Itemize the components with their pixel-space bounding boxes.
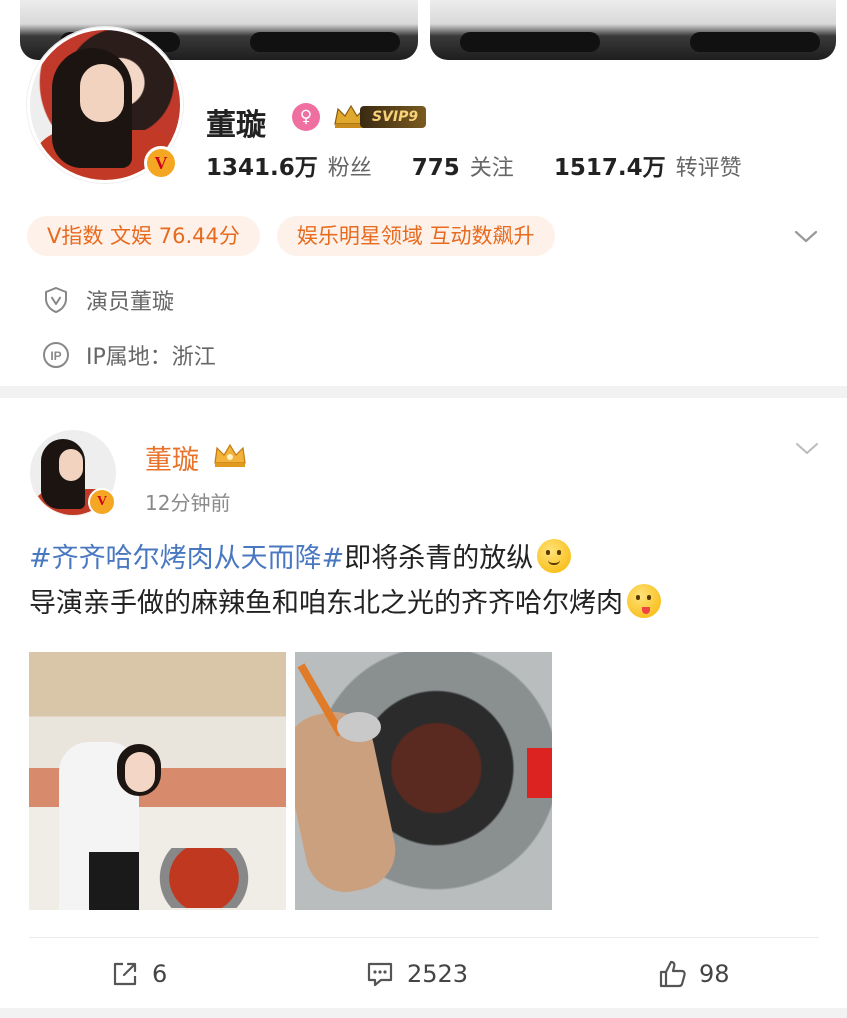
verification-text: 演员董璇	[86, 290, 175, 315]
stat-interactions-count: 1517.4万	[553, 155, 666, 181]
stat-interactions[interactable]: 1517.4万 转评赞	[554, 148, 742, 182]
crown-icon	[214, 443, 246, 467]
svip-label: SVIP9	[360, 106, 427, 128]
post-line2-text: 导演亲手做的麻辣鱼和咱东北之光的齐齐哈尔烤肉	[29, 588, 623, 619]
yummy-emoji-icon	[627, 584, 661, 618]
thumbs-up-icon	[659, 960, 686, 988]
stat-followers-count: 1341.6万	[206, 155, 318, 181]
post-actions: 6 2523 98	[0, 952, 847, 996]
ip-location-row: IP IP属地：浙江	[42, 339, 216, 371]
bottom-divider	[0, 1008, 847, 1018]
post-line1-text: 即将杀青的放纵	[344, 543, 534, 574]
verification-row[interactable]: 演员董璇	[42, 284, 174, 316]
share-icon	[113, 962, 137, 986]
female-gender-icon: ♀	[292, 103, 320, 131]
post-hashtag[interactable]: #齐齐哈尔烤肉从天而降#	[29, 543, 344, 574]
actions-divider	[29, 937, 819, 938]
svip-badge[interactable]: SVIP9	[332, 102, 442, 130]
tag-domain[interactable]: 娱乐明星领域 互动数飙升	[276, 216, 555, 256]
profile-name: 董璇	[206, 108, 266, 143]
like-count: 98	[699, 960, 730, 988]
comment-count: 2523	[407, 960, 469, 988]
smirk-emoji-icon	[537, 539, 572, 573]
tag-v-index[interactable]: V指数 文娱 76.44分	[27, 216, 260, 256]
section-divider	[0, 386, 847, 398]
comment-button[interactable]: 2523	[365, 952, 468, 996]
stat-interactions-label: 转评赞	[675, 156, 742, 181]
like-button[interactable]: 98	[657, 952, 730, 996]
profile-tags: V指数 文娱 76.44分 娱乐明星领域 互动数飙升	[27, 216, 572, 256]
stat-following[interactable]: 775 关注	[412, 150, 514, 182]
post-content: #齐齐哈尔烤肉从天而降#即将杀青的放纵 导演亲手做的麻辣鱼和咱东北之光的齐齐哈尔…	[29, 536, 829, 626]
shield-v-icon	[45, 286, 67, 314]
svg-text:IP: IP	[50, 349, 61, 363]
ip-location-text: IP属地：浙江	[86, 345, 216, 370]
verified-v-icon: V	[144, 146, 178, 180]
stat-following-count: 775	[411, 155, 460, 181]
ip-icon: IP	[43, 342, 69, 368]
post-photo-1[interactable]	[29, 652, 286, 910]
repost-button[interactable]: 6	[110, 952, 167, 996]
post-author-name[interactable]: 董璇	[145, 438, 199, 477]
stat-followers-label: 粉丝	[327, 156, 372, 181]
comment-icon	[367, 962, 393, 987]
profile-stats: 1341.6万 粉丝 775 关注 1517.4万 转评赞	[206, 148, 782, 182]
post-menu-chevron-icon[interactable]	[794, 437, 820, 459]
stat-followers[interactable]: 1341.6万 粉丝	[206, 148, 372, 182]
repost-count: 6	[152, 960, 168, 988]
chevron-down-icon[interactable]	[793, 224, 819, 248]
post-verified-v-icon: V	[88, 488, 116, 516]
banner-photo-right[interactable]	[430, 0, 836, 60]
post-photo-2[interactable]	[295, 652, 552, 910]
post-timestamp: 12分钟前	[145, 491, 231, 515]
stat-following-label: 关注	[469, 156, 514, 181]
